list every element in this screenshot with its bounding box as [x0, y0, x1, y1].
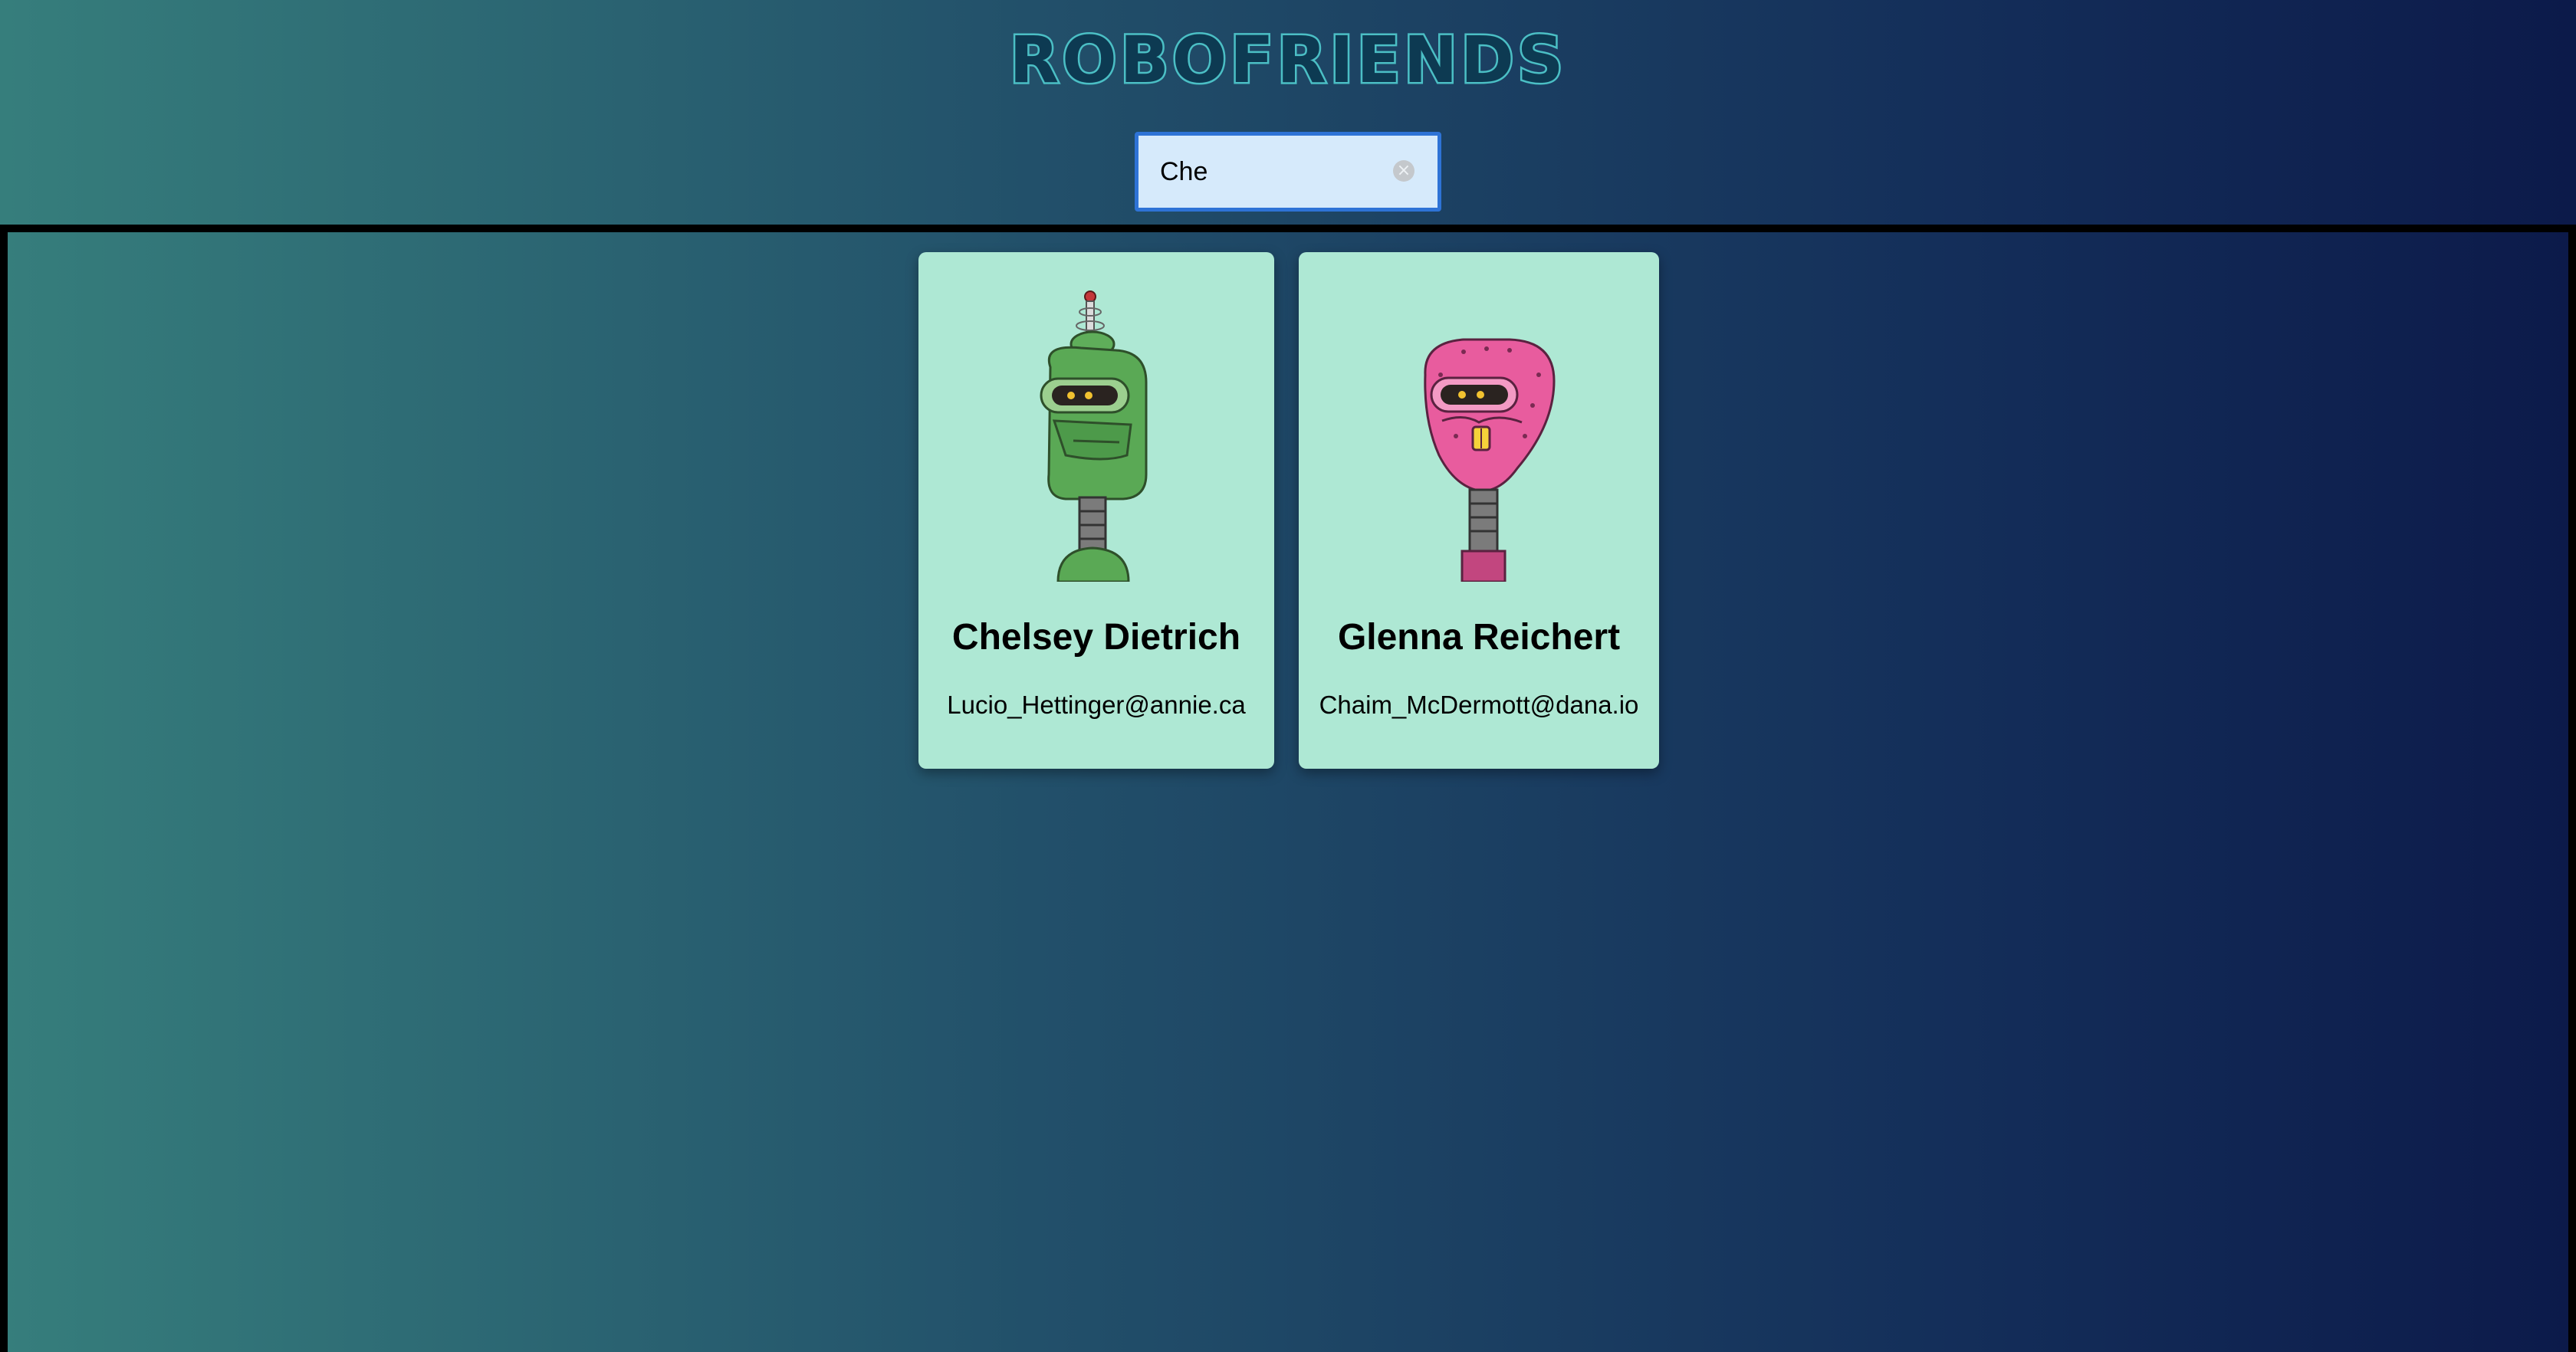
- robot-card: Glenna Reichert Chaim_McDermott@dana.io: [1299, 252, 1659, 769]
- clear-circle-icon[interactable]: ×: [1393, 160, 1414, 182]
- card-list-scroll-area[interactable]: Chelsey Dietrich Lucio_Hettinger@annie.c…: [0, 225, 2576, 1352]
- app-header: ROBOFRIENDS ×: [0, 0, 2576, 225]
- robot-name: Glenna Reichert: [1337, 617, 1621, 658]
- robot-card: Chelsey Dietrich Lucio_Hettinger@annie.c…: [918, 252, 1274, 769]
- app-title: ROBOFRIENDS: [1007, 21, 1567, 100]
- robot-email: Lucio_Hettinger@annie.ca: [947, 691, 1246, 719]
- search-box[interactable]: ×: [1135, 132, 1441, 212]
- pink-robot-avatar: [1424, 338, 1556, 582]
- robot-email: Chaim_McDermott@dana.io: [1319, 691, 1639, 719]
- robot-name: Chelsey Dietrich: [951, 617, 1241, 658]
- green-robot-avatar: [1040, 290, 1148, 582]
- search-input[interactable]: [1138, 136, 1368, 208]
